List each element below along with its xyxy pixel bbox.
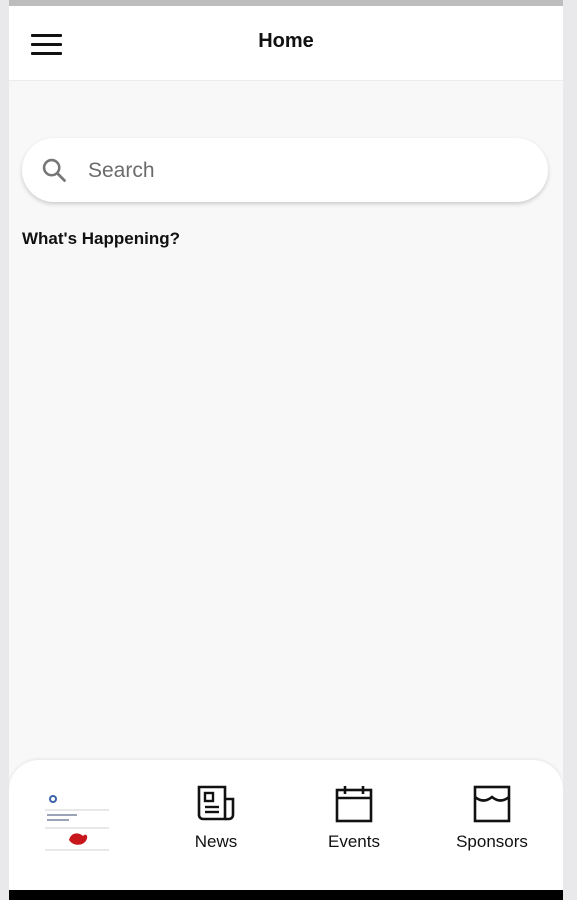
calendar-icon	[335, 786, 373, 823]
app-screen: Home What's Happening?	[9, 6, 563, 890]
club-logo-icon[interactable]	[43, 790, 111, 856]
search-input[interactable]	[86, 152, 530, 190]
bottom-navigation: News Events Sponsors	[9, 760, 563, 890]
nav-item-events[interactable]: Events	[294, 784, 414, 852]
page-title: Home	[258, 30, 314, 52]
nav-label-news: News	[194, 832, 238, 851]
nav-label-events: Events	[328, 832, 380, 851]
system-navigation-bar	[9, 890, 563, 900]
storefront-icon	[473, 785, 511, 823]
club-logo-graphic	[43, 790, 111, 856]
search-icon	[42, 158, 66, 182]
search-bar[interactable]	[22, 138, 548, 202]
device-frame: Home What's Happening?	[0, 0, 577, 900]
newspaper-icon	[197, 785, 235, 821]
nav-item-sponsors[interactable]: Sponsors	[432, 784, 552, 852]
app-bar: Home	[9, 6, 563, 81]
section-title: What's Happening?	[22, 229, 180, 248]
nav-label-sponsors: Sponsors	[456, 832, 528, 851]
nav-item-news[interactable]: News	[156, 784, 276, 852]
